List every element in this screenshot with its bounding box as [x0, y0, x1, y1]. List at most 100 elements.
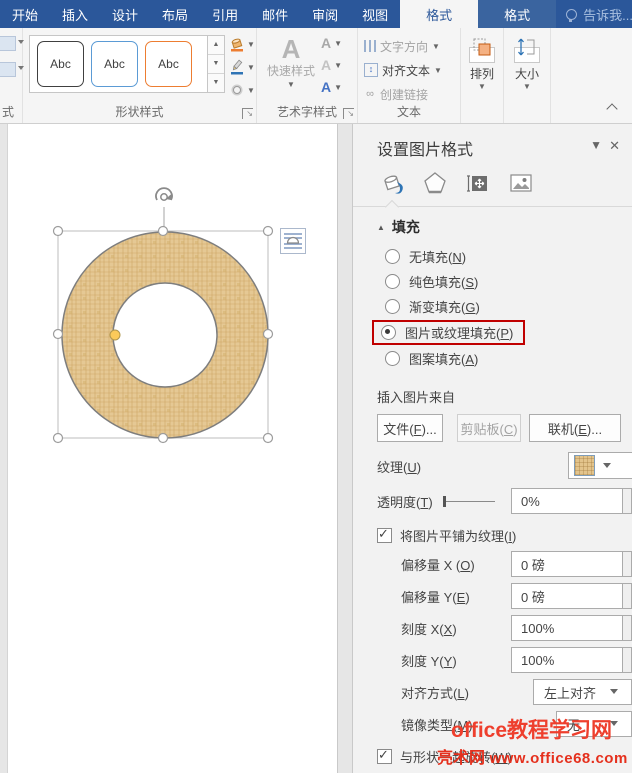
- scale-y-label: 刻度 YY: [401, 651, 457, 670]
- radio-solid-fill[interactable]: 纯色填充S: [377, 269, 632, 294]
- online-button[interactable]: 联机E...: [529, 414, 621, 442]
- layout-options-button[interactable]: [280, 228, 306, 254]
- tell-me-label: 告诉我...: [583, 7, 632, 23]
- document-canvas[interactable]: [0, 124, 352, 773]
- shape-effects-icon: [229, 82, 245, 98]
- tab-format-picture[interactable]: 格式: [478, 0, 557, 28]
- scale-x-label: 刻度 XX: [401, 619, 457, 638]
- scale-x-input[interactable]: 100%: [511, 615, 623, 641]
- handle-top-center[interactable]: [157, 225, 169, 237]
- radio-gradient-fill[interactable]: 渐变填充G: [377, 294, 632, 319]
- radio-circle: [385, 299, 400, 314]
- offset-y-spinner[interactable]: [623, 583, 632, 609]
- tab-references[interactable]: 引用: [200, 0, 250, 28]
- arrange-icon: [469, 38, 495, 63]
- file-button[interactable]: 文件F...: [377, 414, 443, 442]
- scale-x-spinner[interactable]: [623, 615, 632, 641]
- shape-fill-button[interactable]: ▼: [229, 34, 255, 54]
- handle-bottom-left[interactable]: [52, 432, 64, 444]
- shape-styles-dialog-launcher[interactable]: ↘: [242, 108, 253, 119]
- slider-thumb[interactable]: [442, 495, 446, 507]
- tab-format-drawing-active[interactable]: 格式: [400, 0, 479, 28]
- tab-design[interactable]: 设计: [100, 0, 150, 28]
- format-picture-pane: ▼ ✕ 设置图片格式 ▲ 填充 无填充(N) 纯色填充(S) 渐变填充(…: [352, 124, 632, 773]
- alignment-label: 对齐方式L: [401, 683, 469, 702]
- group-text: 文字方向 ▼ ↕ 对齐文本 ▼ ∞ 创建链接 文本: [358, 28, 461, 123]
- text-outline-button[interactable]: A ▼: [321, 54, 351, 76]
- shape-outline-button[interactable]: ▼: [229, 57, 255, 77]
- picture-tab[interactable]: [506, 168, 536, 198]
- red-highlight-annotation: 图片或纹理填充P: [372, 320, 526, 345]
- fill-section-header[interactable]: ▲ 填充: [377, 217, 632, 237]
- align-text-button[interactable]: ↕ 对齐文本 ▼: [358, 58, 460, 82]
- arrange-button[interactable]: 排列 ▼: [467, 35, 497, 91]
- rotation-handle[interactable]: [155, 187, 173, 201]
- clipboard-button: 剪贴板C: [457, 414, 521, 442]
- group-shape-styles: Abc Abc Abc ▲ ▼ ▼ ▼ ▼ ▼ 形状样式 ↘: [23, 28, 257, 123]
- offset-y-label: 偏移量 YE: [401, 587, 470, 606]
- shape-style-2[interactable]: Abc: [91, 41, 138, 87]
- text-box-button-partial[interactable]: [0, 62, 24, 77]
- scale-y-spinner[interactable]: [623, 647, 632, 673]
- transparency-slider[interactable]: [442, 495, 495, 508]
- pane-options-arrow[interactable]: ▼: [590, 138, 602, 152]
- handle-bottom-center[interactable]: [157, 432, 169, 444]
- tab-insert[interactable]: 插入: [50, 0, 100, 28]
- scale-y-input[interactable]: 100%: [511, 647, 623, 673]
- collapse-triangle-icon: ▲: [377, 222, 385, 232]
- gallery-up-button[interactable]: ▲: [208, 36, 224, 55]
- tab-home[interactable]: 开始: [0, 0, 50, 28]
- shape-style-3[interactable]: Abc: [145, 41, 192, 87]
- texture-dropdown[interactable]: [568, 452, 632, 479]
- tell-me-box[interactable]: 告诉我...: [556, 0, 632, 28]
- radio-pattern-fill[interactable]: 图案填充A: [377, 346, 632, 371]
- radio-picture-texture-fill[interactable]: 图片或纹理填充P: [372, 319, 632, 346]
- tab-mailings[interactable]: 邮件: [250, 0, 300, 28]
- size-button[interactable]: 大小 ▼: [512, 35, 542, 91]
- handle-top-left[interactable]: [52, 225, 64, 237]
- pane-close-icon[interactable]: ✕: [609, 138, 620, 154]
- quick-styles-label: 快速样式: [266, 64, 315, 78]
- shape-style-1[interactable]: Abc: [37, 41, 84, 87]
- tab-review[interactable]: 审阅: [300, 0, 350, 28]
- handle-middle-left[interactable]: [52, 328, 64, 340]
- group-label-shape-styles: 形状样式: [115, 105, 164, 119]
- offset-x-input[interactable]: 0 磅: [511, 551, 623, 577]
- group-insert-shapes-partial: 式: [0, 28, 24, 123]
- size-properties-tab[interactable]: [463, 168, 493, 198]
- shape-effects-button[interactable]: ▼: [229, 80, 255, 100]
- handle-middle-right[interactable]: [262, 328, 274, 340]
- text-effects-button[interactable]: A ▼: [321, 76, 351, 98]
- gallery-more-button[interactable]: ▼: [208, 74, 224, 92]
- shape-style-gallery: Abc Abc Abc ▲ ▼ ▼: [29, 35, 225, 93]
- transparency-spinner[interactable]: [623, 488, 632, 514]
- text-direction-button[interactable]: 文字方向 ▼: [358, 34, 460, 58]
- offset-x-spinner[interactable]: [623, 551, 632, 577]
- group-label-wordart: 艺术字样式: [276, 105, 337, 119]
- radio-no-fill[interactable]: 无填充N: [377, 244, 632, 269]
- fill-line-tab[interactable]: [377, 168, 407, 198]
- transparency-input[interactable]: 0%: [511, 488, 623, 514]
- adjust-handle[interactable]: [109, 329, 121, 341]
- edit-shape-button-partial[interactable]: [0, 36, 24, 51]
- donut-shape[interactable]: [61, 231, 269, 439]
- document-page[interactable]: [7, 124, 338, 773]
- collapse-ribbon-icon[interactable]: [606, 103, 618, 115]
- text-fill-button[interactable]: A ▼: [321, 32, 351, 54]
- offset-y-input[interactable]: 0 磅: [511, 583, 623, 609]
- alignment-dropdown[interactable]: 左上对齐: [533, 679, 632, 705]
- ribbon: 式 Abc Abc Abc ▲ ▼ ▼ ▼ ▼ ▼ 形状样式 ↘ A 快速样式 …: [0, 28, 632, 124]
- radio-circle: [385, 249, 400, 264]
- tile-picture-checkbox[interactable]: 将图片平铺为纹理I: [377, 526, 632, 545]
- tab-view[interactable]: 视图: [350, 0, 400, 28]
- effects-tab[interactable]: [420, 168, 450, 198]
- handle-top-right[interactable]: [262, 225, 274, 237]
- group-wordart-styles: A 快速样式 ▼ A ▼ A ▼ A ▼ 艺术字样式 ↘: [257, 28, 358, 123]
- handle-bottom-right[interactable]: [262, 432, 274, 444]
- size-properties-icon: [467, 175, 487, 192]
- tab-layout[interactable]: 布局: [150, 0, 200, 28]
- layout-options-icon: [284, 233, 302, 249]
- wordart-dialog-launcher[interactable]: ↘: [343, 108, 354, 119]
- gallery-down-button[interactable]: ▼: [208, 55, 224, 74]
- insert-picture-from-label: 插入图片来自: [377, 390, 456, 405]
